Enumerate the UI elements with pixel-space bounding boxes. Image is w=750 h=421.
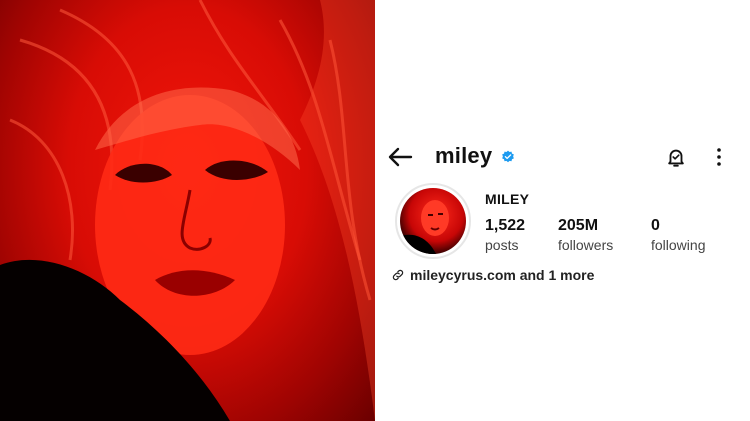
profile-display-name: MILEY [485, 191, 530, 207]
verified-badge-icon [502, 150, 514, 163]
bell-icon[interactable] [665, 146, 687, 168]
more-vertical-icon[interactable] [713, 146, 725, 168]
profile-links[interactable]: mileycyrus.com and 1 more [391, 267, 594, 283]
avatar-image [400, 200, 449, 254]
followers-label: followers [558, 237, 614, 253]
following-stat[interactable]: 0 following [651, 216, 705, 254]
profile-panel: miley MILEY 1,522 posts 205M followers 0… [375, 0, 750, 421]
back-arrow-icon[interactable] [387, 146, 413, 168]
followers-count: 205M [558, 217, 599, 234]
profile-link-text: mileycyrus.com and 1 more [410, 267, 595, 283]
profile-username: miley [435, 143, 493, 168]
followers-stat[interactable]: 205M followers [558, 216, 613, 254]
link-icon [392, 269, 404, 281]
portrait-illustration [0, 0, 375, 421]
avatar [400, 188, 466, 254]
following-label: following [651, 237, 706, 253]
posts-count: 1,522 [485, 217, 526, 234]
posts-stat[interactable]: 1,522 posts [485, 216, 525, 254]
following-count: 0 [651, 217, 660, 234]
posts-label: posts [485, 237, 519, 253]
profile-photo [0, 0, 375, 421]
avatar-button[interactable] [395, 183, 471, 259]
